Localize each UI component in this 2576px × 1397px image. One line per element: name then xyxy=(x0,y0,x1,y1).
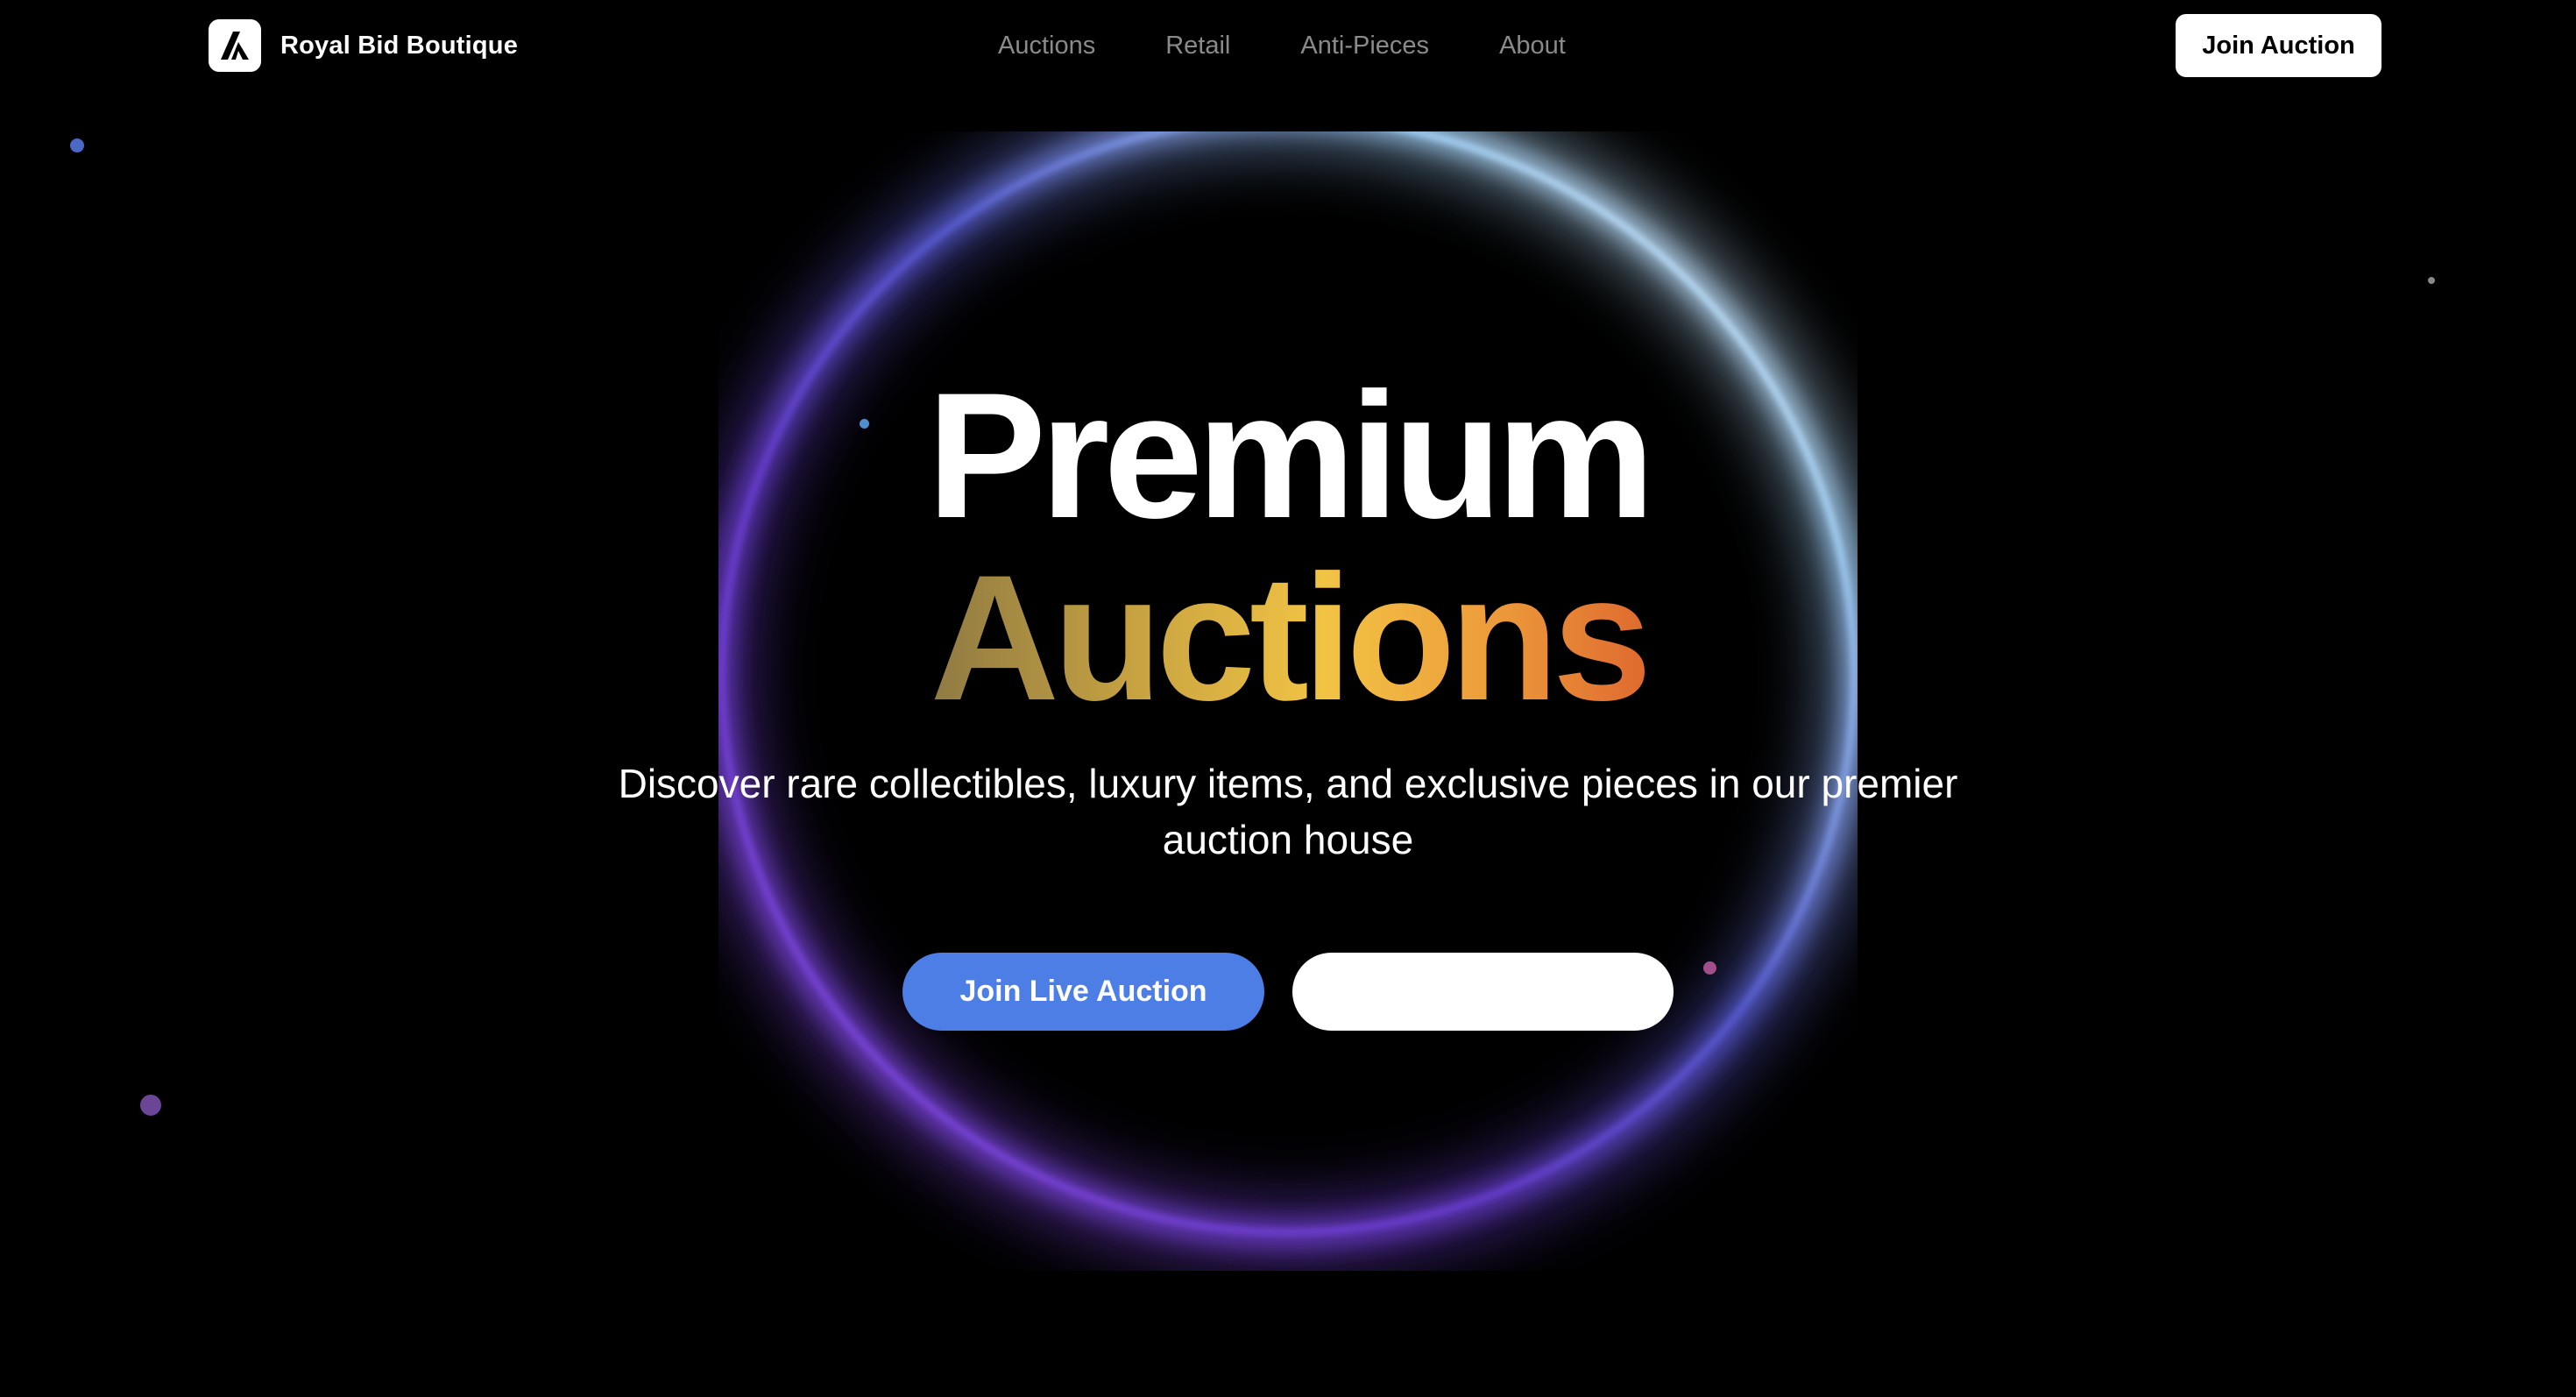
hero-title-line-1: Premium xyxy=(927,356,1655,556)
particle-dot xyxy=(2428,277,2435,284)
secondary-hero-button[interactable] xyxy=(1292,953,1674,1031)
landing-page: Royal Bid Boutique Auctions Retail Anti-… xyxy=(0,0,2576,1397)
hero-subtitle: Discover rare collectibles, luxury items… xyxy=(618,761,1958,862)
particle-dot xyxy=(140,1095,161,1116)
join-auction-button[interactable]: Join Auction xyxy=(2176,14,2381,77)
hero-title-line-2: Auctions xyxy=(0,542,2576,734)
main-nav: Auctions Retail Anti-Pieces About xyxy=(998,26,1566,65)
nav-link-anti-pieces[interactable]: Anti-Pieces xyxy=(1300,32,1429,60)
nav-link-auctions[interactable]: Auctions xyxy=(998,32,1095,60)
stylized-a-logo-icon xyxy=(209,19,261,72)
particle-dot xyxy=(1703,961,1716,975)
nav-link-retail[interactable]: Retail xyxy=(1165,32,1230,60)
nav-link-about[interactable]: About xyxy=(1499,32,1566,60)
particle-dot xyxy=(70,138,84,152)
brand-home-link[interactable]: Royal Bid Boutique xyxy=(209,19,518,72)
brand-name: Royal Bid Boutique xyxy=(280,31,519,60)
site-header: Royal Bid Boutique Auctions Retail Anti-… xyxy=(0,0,2576,91)
hero-title-gradient-text: Auctions xyxy=(930,538,1652,738)
join-live-auction-button[interactable]: Join Live Auction xyxy=(902,953,1264,1031)
